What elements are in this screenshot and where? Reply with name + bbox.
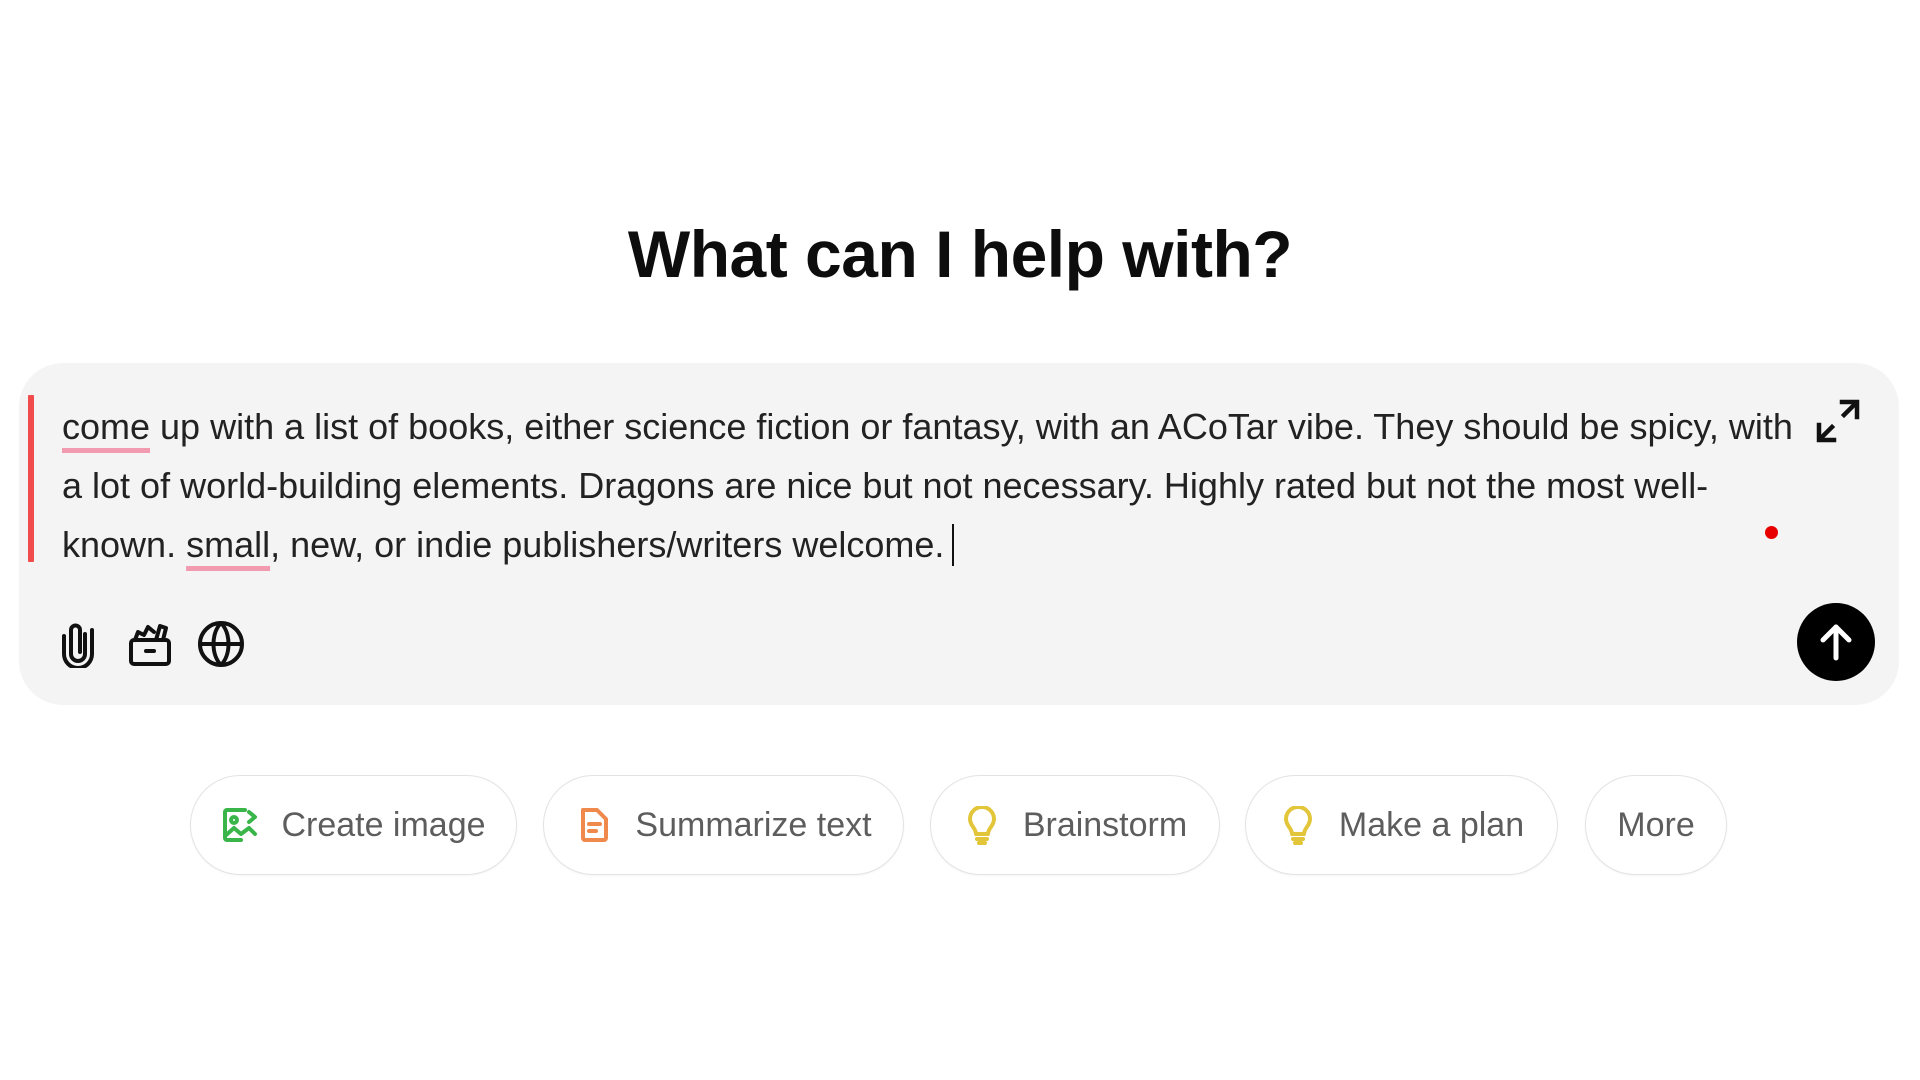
prompt-composer: come up with a list of books, either sci… — [19, 363, 1899, 705]
suggestion-make-a-plan[interactable]: Make a plan — [1245, 775, 1558, 875]
suggestion-label: Create image — [281, 805, 486, 844]
send-button[interactable] — [1797, 603, 1875, 681]
globe-icon — [198, 621, 244, 667]
lightbulb-icon — [963, 806, 1001, 845]
misspelled-word: small — [186, 524, 271, 565]
suggestion-create-image[interactable]: Create image — [190, 775, 517, 875]
misspelled-word: come — [62, 406, 151, 447]
expand-button[interactable] — [1811, 394, 1865, 448]
text-caret — [952, 524, 955, 566]
suggestion-label: More — [1617, 805, 1695, 844]
recording-indicator — [1765, 526, 1778, 539]
suggestion-more[interactable]: More — [1585, 775, 1727, 875]
prompt-text-segment: , new, or indie publishers/writers welco… — [270, 524, 945, 565]
suggestion-brainstorm[interactable]: Brainstorm — [930, 775, 1220, 875]
page-heading: What can I help with? — [627, 217, 1293, 291]
image-icon — [221, 806, 259, 844]
web-search-button[interactable] — [193, 616, 249, 672]
paperclip-icon — [62, 623, 94, 668]
arrow-up-icon — [1820, 624, 1852, 661]
toolbox-icon — [129, 624, 171, 666]
attach-button[interactable] — [50, 616, 106, 672]
document-icon — [575, 806, 613, 844]
suggestion-label: Summarize text — [635, 805, 872, 844]
tools-button[interactable] — [122, 616, 178, 672]
expand-icon — [1816, 399, 1860, 443]
lightbulb-icon — [1279, 806, 1317, 845]
suggestion-summarize-text[interactable]: Summarize text — [543, 775, 904, 875]
focus-indicator — [28, 395, 34, 562]
suggestion-label: Brainstorm — [1022, 805, 1188, 844]
prompt-input[interactable]: come up with a list of books, either sci… — [62, 397, 1802, 574]
suggestion-label: Make a plan — [1338, 805, 1525, 844]
